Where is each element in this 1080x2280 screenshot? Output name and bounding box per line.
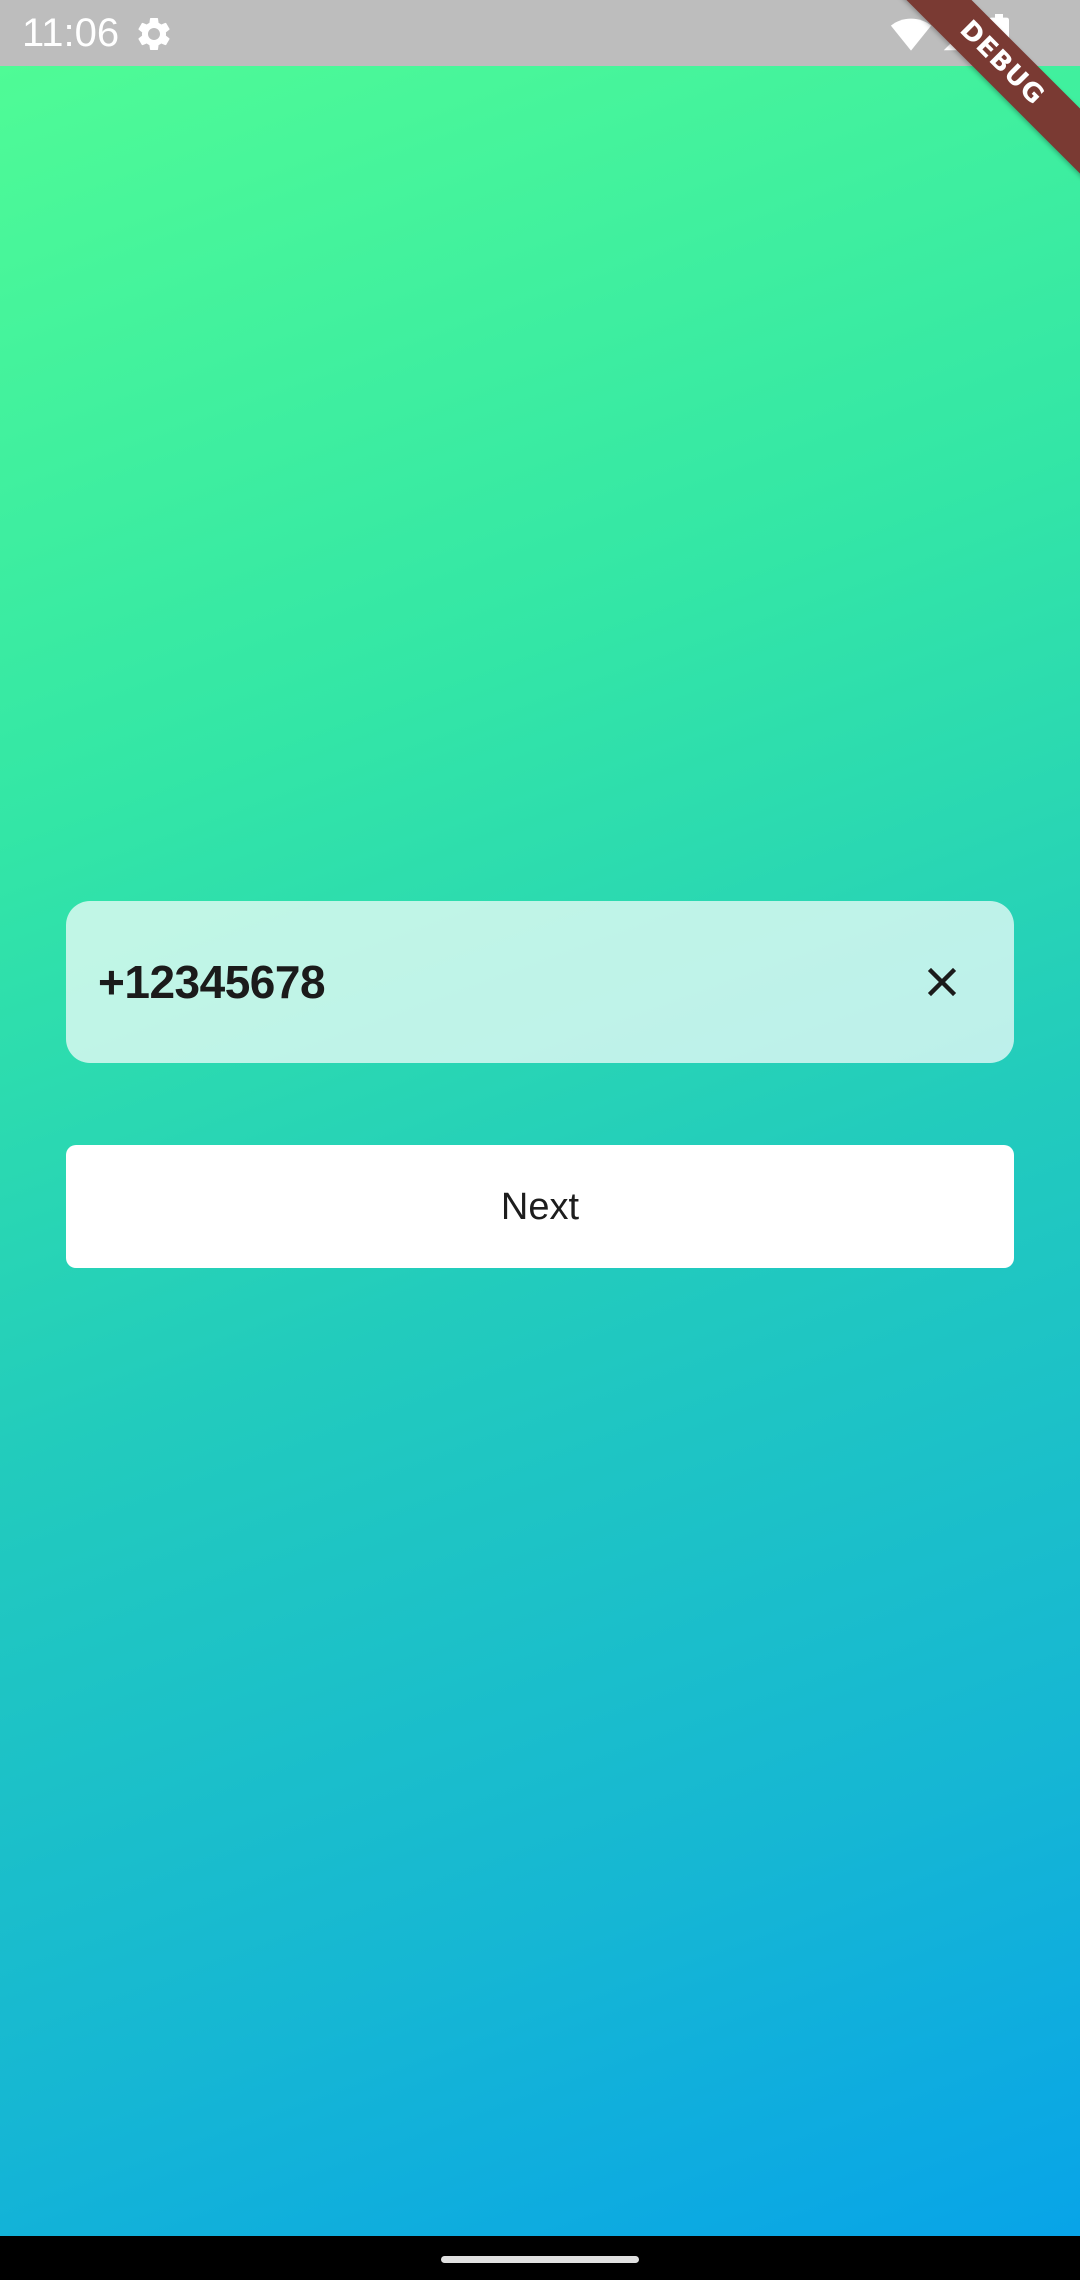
- phone-number-field[interactable]: +12345678: [66, 901, 1014, 1063]
- gear-icon: [134, 14, 174, 54]
- close-icon[interactable]: [918, 958, 966, 1006]
- app-screen: 11:06 DEBUG +12345678 Next: [0, 0, 1080, 2280]
- status-time: 11:06: [22, 11, 120, 55]
- home-gesture-handle[interactable]: [441, 2256, 639, 2263]
- navigation-bar: [0, 2236, 1080, 2280]
- phone-number-value[interactable]: +12345678: [98, 901, 326, 1063]
- wifi-icon: [890, 16, 932, 52]
- next-button[interactable]: Next: [66, 1145, 1014, 1268]
